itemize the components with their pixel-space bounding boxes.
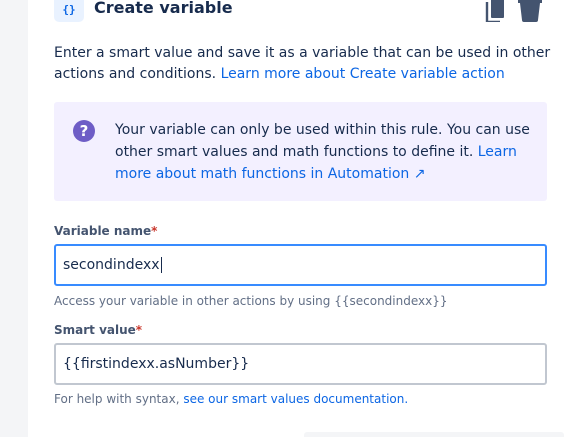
copy-icon[interactable]: [484, 0, 508, 22]
info-text: Your variable can only be used within th…: [115, 122, 530, 160]
required-marker: *: [151, 224, 158, 238]
variable-name-input[interactable]: secondindexx: [54, 244, 547, 286]
smart-values-documentation-link[interactable]: see our smart values documentation.: [183, 392, 408, 406]
smart-value-value: {{firstindexx.asNumber}}: [63, 356, 250, 372]
question-icon: ?: [73, 120, 95, 142]
variable-name-label: Variable name*: [54, 224, 157, 238]
action-title: Create variable: [94, 0, 233, 17]
variable-name-value: secondindexx: [63, 257, 160, 273]
smart-value-helper: For help with syntax, see our smart valu…: [54, 392, 408, 406]
smart-value-label-text: Smart value: [54, 323, 136, 337]
smart-value-helper-text: For help with syntax,: [54, 392, 184, 406]
bottom-strip: [304, 432, 564, 437]
smart-value-label: Smart value*: [54, 323, 142, 337]
info-panel: ? Your variable can only be used within …: [54, 102, 547, 201]
text-caret: [160, 257, 162, 273]
smart-value-input[interactable]: {{firstindexx.asNumber}}: [54, 343, 547, 385]
trash-icon[interactable]: [518, 0, 542, 22]
intro-paragraph: Enter a smart value and save it as a var…: [54, 43, 554, 85]
variable-name-helper: Access your variable in other actions by…: [54, 294, 448, 308]
learn-more-create-variable-link[interactable]: Learn more about Create variable action: [221, 66, 505, 82]
variable-name-label-text: Variable name: [54, 224, 152, 238]
info-message: Your variable can only be used within th…: [115, 119, 535, 185]
curly-braces-icon: {}: [54, 0, 84, 22]
required-marker: *: [135, 323, 143, 337]
